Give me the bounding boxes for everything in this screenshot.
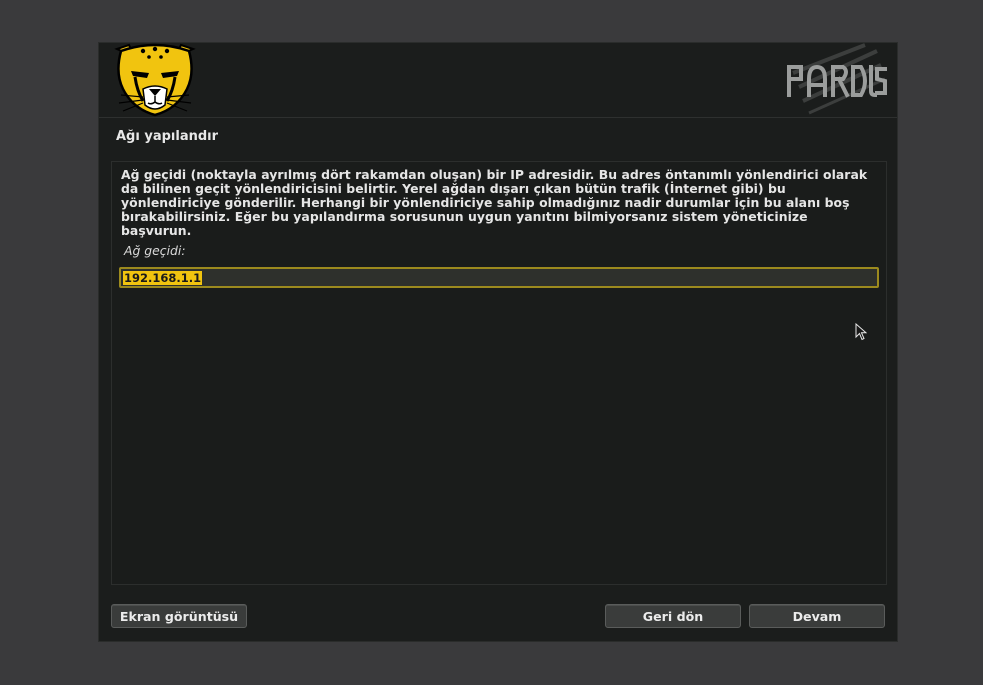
back-button[interactable]: Geri dön — [605, 604, 741, 628]
cheetah-logo-icon — [114, 43, 196, 117]
mouse-cursor-icon — [855, 323, 867, 341]
header-banner — [99, 43, 897, 118]
gateway-field-label: Ağ geçidi: — [124, 243, 186, 258]
next-button[interactable]: Devam — [749, 604, 885, 628]
screenshot-button[interactable]: Ekran görüntüsü — [111, 604, 247, 628]
gateway-input-value: 192.168.1.1 — [123, 270, 203, 285]
step-title: Ağı yapılandır — [116, 129, 219, 144]
gateway-description: Ağ geçidi (noktayla ayrılmış dört rakamd… — [121, 167, 868, 238]
content-panel: Ağ geçidi (noktayla ayrılmış dört rakamd… — [111, 161, 887, 585]
pardus-wordmark-icon — [787, 43, 887, 115]
gateway-input[interactable]: 192.168.1.1 — [119, 267, 879, 288]
installer-window: Ağı yapılandır Ağ geçidi (noktayla ayrıl… — [98, 42, 898, 642]
